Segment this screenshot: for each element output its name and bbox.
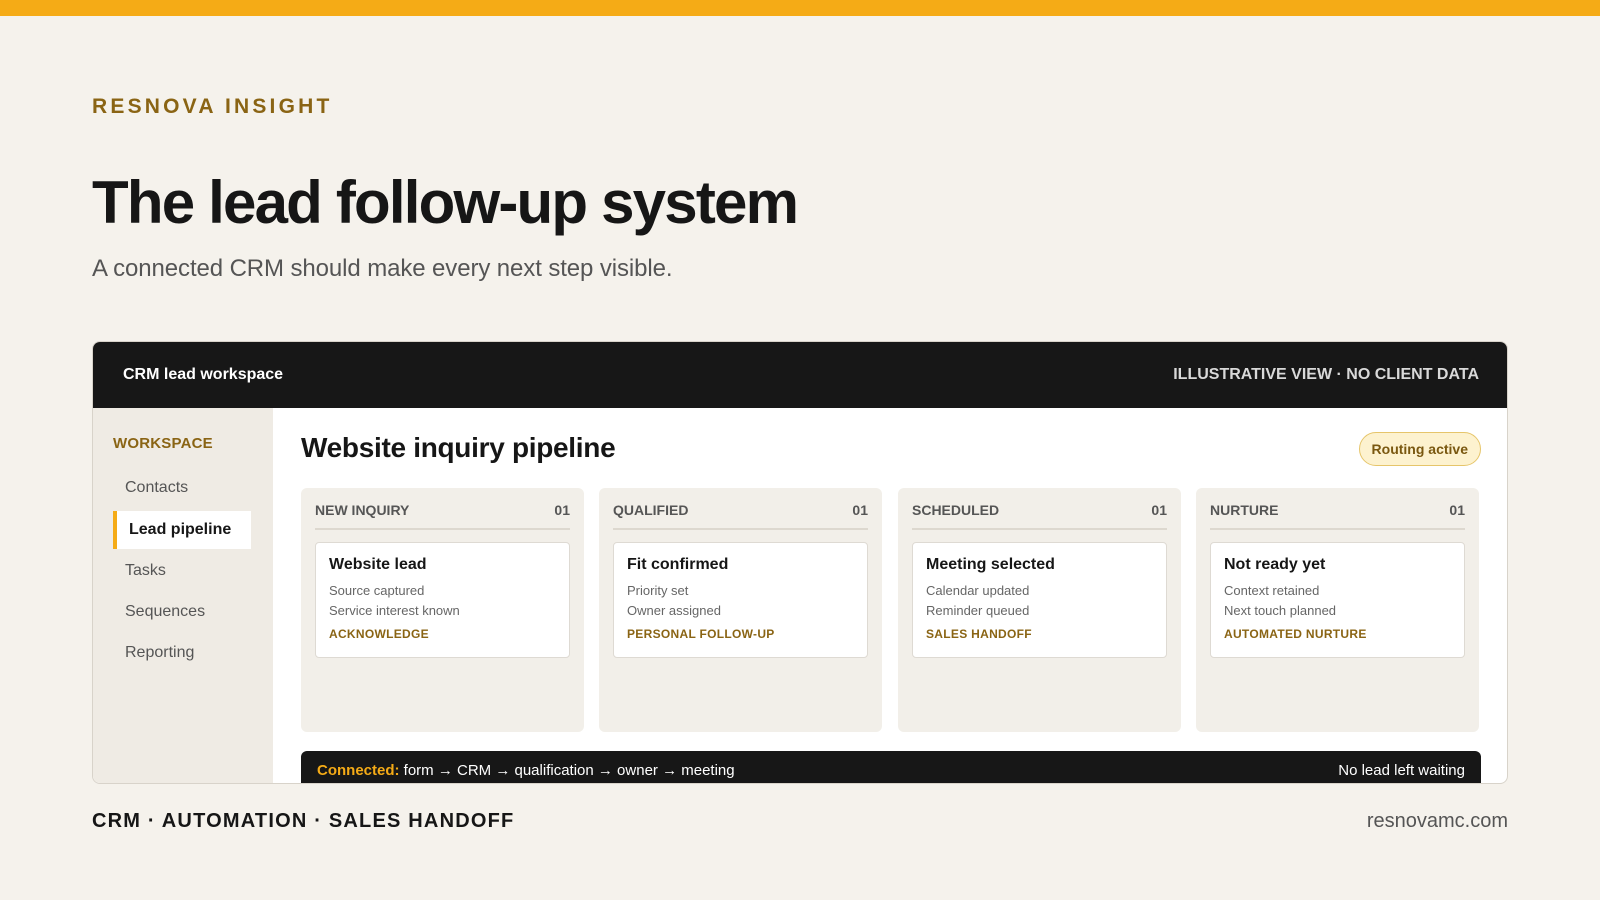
card-detail: Service interest known: [329, 603, 460, 618]
column-count: 01: [852, 502, 868, 518]
lead-card[interactable]: Meeting selected Calendar updated Remind…: [912, 542, 1167, 658]
sidebar-item-lead-pipeline[interactable]: Lead pipeline: [113, 511, 251, 549]
window-title: CRM lead workspace: [123, 366, 284, 383]
card-title: Not ready yet: [1224, 556, 1326, 573]
column-header: NEW INQUIRY 01: [315, 502, 570, 530]
status-badge: Routing active: [1358, 432, 1481, 466]
pipeline-column-new-inquiry: NEW INQUIRY 01 Website lead Source captu…: [301, 488, 584, 732]
sidebar-item-sequences[interactable]: Sequences: [113, 593, 251, 631]
column-name: QUALIFIED: [613, 502, 689, 518]
card-title: Website lead: [329, 556, 427, 573]
column-name: NEW INQUIRY: [315, 502, 410, 518]
brand-eyebrow: RESNOVA INSIGHT: [92, 95, 333, 118]
column-header: QUALIFIED 01: [613, 502, 868, 530]
sidebar-item-reporting[interactable]: Reporting: [113, 634, 251, 672]
column-count: 01: [1151, 502, 1167, 518]
column-header: SCHEDULED 01: [912, 502, 1167, 530]
footer-tagline: CRM · AUTOMATION · SALES HANDOFF: [92, 810, 515, 832]
crm-window: CRM lead workspace ILLUSTRATIVE VIEW · N…: [92, 341, 1508, 784]
card-detail: Priority set: [627, 583, 689, 598]
flow-summary: Connected: form → CRM → qualification → …: [317, 762, 735, 779]
sidebar: WORKSPACE Contacts Lead pipeline Tasks S…: [93, 408, 273, 783]
card-detail: Owner assigned: [627, 603, 721, 618]
column-count: 01: [554, 502, 570, 518]
card-detail: Reminder queued: [926, 603, 1030, 618]
page-subtitle: A connected CRM should make every next s…: [92, 255, 673, 282]
card-action-tag: PERSONAL FOLLOW-UP: [627, 627, 775, 641]
sidebar-heading: WORKSPACE: [113, 435, 213, 452]
lead-card[interactable]: Fit confirmed Priority set Owner assigne…: [613, 542, 868, 658]
footer-site-link[interactable]: resnovamc.com: [1367, 810, 1508, 833]
card-detail: Context retained: [1224, 583, 1320, 598]
card-action-tag: ACKNOWLEDGE: [329, 627, 429, 641]
pipeline-title: Website inquiry pipeline: [301, 432, 616, 463]
card-title: Fit confirmed: [627, 556, 729, 573]
card-title: Meeting selected: [926, 556, 1055, 573]
pipeline-board: Website inquiry pipeline Routing active …: [273, 408, 1507, 783]
accent-top-bar: [0, 0, 1600, 16]
window-note: ILLUSTRATIVE VIEW · NO CLIENT DATA: [1173, 366, 1479, 383]
card-detail: Next touch planned: [1224, 603, 1337, 618]
column-name: SCHEDULED: [912, 502, 1000, 518]
window-header: CRM lead workspace ILLUSTRATIVE VIEW · N…: [93, 342, 1507, 408]
card-detail: Calendar updated: [926, 583, 1030, 598]
column-count: 01: [1449, 502, 1465, 518]
flow-note: No lead left waiting: [1338, 762, 1465, 779]
connection-status-bar: Connected: form → CRM → qualification → …: [301, 751, 1481, 783]
pipeline-column-qualified: QUALIFIED 01 Fit confirmed Priority set …: [599, 488, 882, 732]
column-header: NURTURE 01: [1210, 502, 1465, 530]
page-title: The lead follow-up system: [92, 169, 799, 236]
card-action-tag: SALES HANDOFF: [926, 627, 1032, 641]
card-action-tag: AUTOMATED NURTURE: [1224, 627, 1367, 641]
flow-label: Connected:: [317, 762, 400, 779]
column-name: NURTURE: [1210, 502, 1279, 518]
pipeline-column-nurture: NURTURE 01 Not ready yet Context retaine…: [1196, 488, 1479, 732]
lead-card[interactable]: Website lead Source captured Service int…: [315, 542, 570, 658]
sidebar-item-tasks[interactable]: Tasks: [113, 552, 251, 590]
sidebar-item-contacts[interactable]: Contacts: [113, 469, 251, 507]
pipeline-column-scheduled: SCHEDULED 01 Meeting selected Calendar u…: [898, 488, 1181, 732]
card-detail: Source captured: [329, 583, 425, 598]
lead-card[interactable]: Not ready yet Context retained Next touc…: [1210, 542, 1465, 658]
flow-path: form → CRM → qualification → owner → mee…: [403, 762, 735, 779]
